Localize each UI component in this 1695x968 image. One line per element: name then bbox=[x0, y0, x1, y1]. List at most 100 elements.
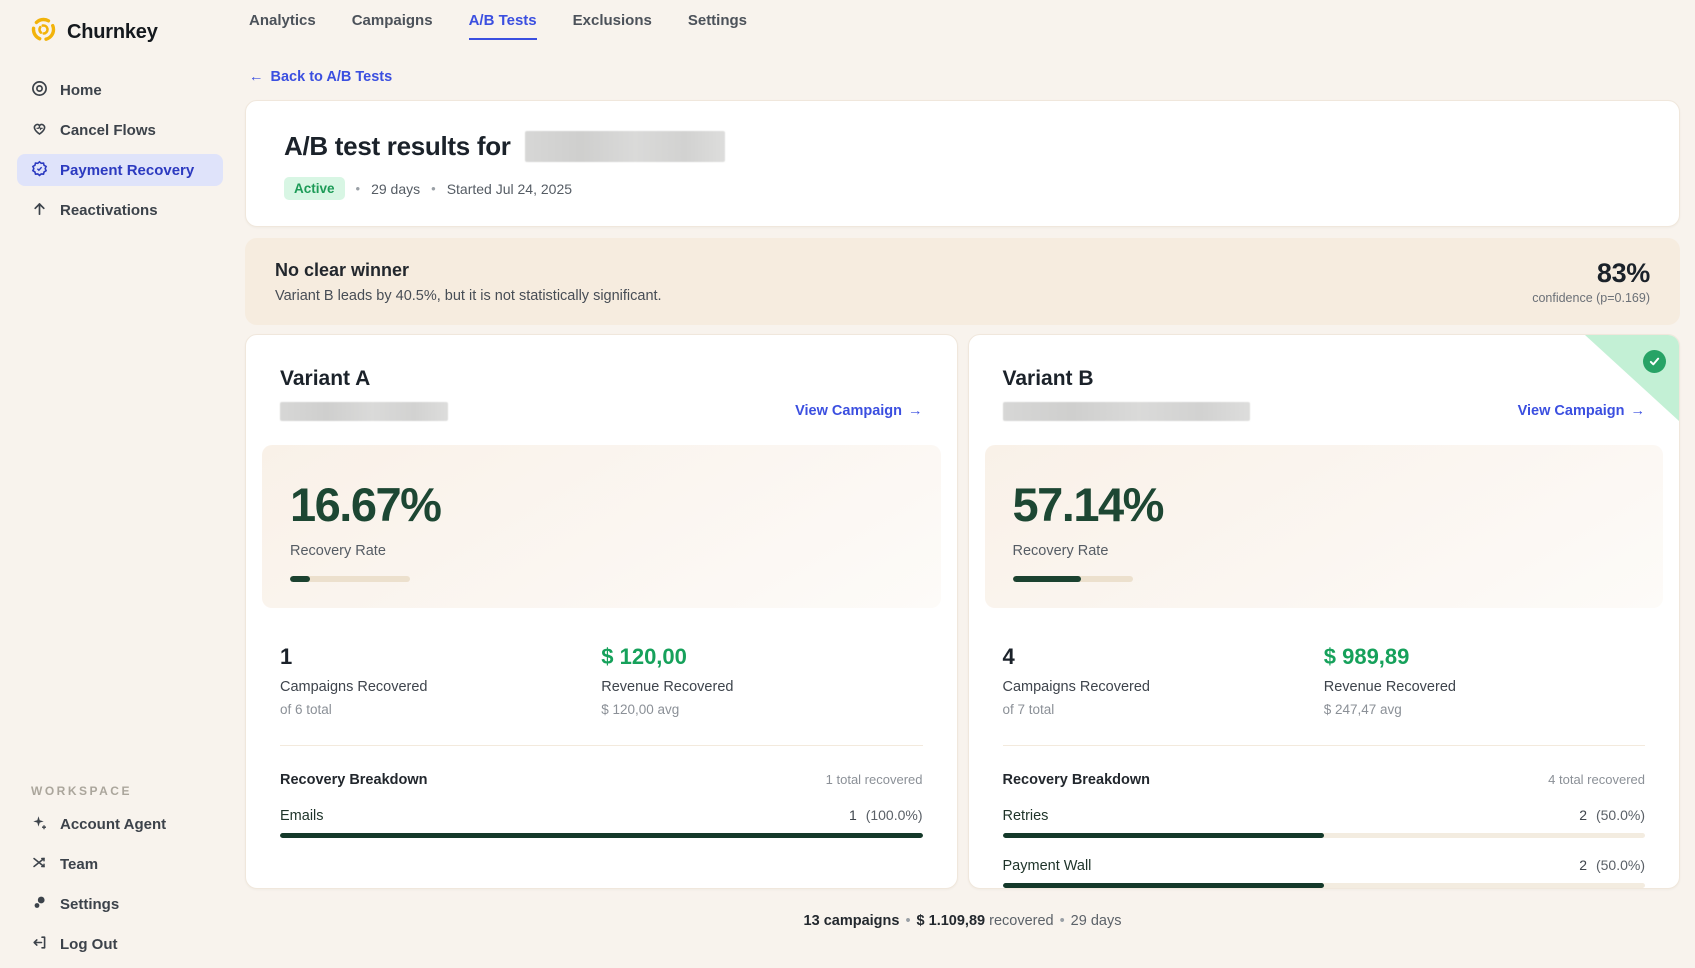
home-icon bbox=[31, 80, 48, 101]
breakdown-row-pct: (50.0%) bbox=[1596, 857, 1645, 873]
variant-a-breakdown: Recovery Breakdown 1 total recovered Ema… bbox=[280, 772, 923, 838]
sidebar-item-team[interactable]: Team bbox=[17, 848, 223, 880]
arrow-right-icon: → bbox=[908, 403, 923, 419]
back-to-ab-tests-link[interactable]: ← Back to A/B Tests bbox=[249, 69, 392, 85]
sidebar-item-label: Home bbox=[60, 82, 102, 99]
revenue-average: $ 247,47 avg bbox=[1324, 702, 1645, 717]
campaigns-total: of 6 total bbox=[280, 702, 601, 717]
seal-star-icon bbox=[31, 160, 48, 181]
tab-analytics[interactable]: Analytics bbox=[249, 12, 316, 40]
variant-b-view-campaign-link[interactable]: View Campaign → bbox=[1518, 403, 1645, 421]
test-meta-row: Active • 29 days • Started Jul 24, 2025 bbox=[284, 177, 1641, 200]
sidebar-item-log-out[interactable]: Log Out bbox=[17, 928, 223, 960]
sidebar-item-label: Reactivations bbox=[60, 202, 158, 219]
sidebar-workspace-section: WORKSPACE Account Agent Team bbox=[17, 784, 223, 968]
breakdown-bar bbox=[280, 833, 923, 838]
sidebar-item-reactivations[interactable]: Reactivations bbox=[17, 194, 223, 226]
breakdown-total: 1 total recovered bbox=[826, 772, 923, 787]
sparkle-icon bbox=[31, 814, 48, 835]
dot-separator: • bbox=[905, 913, 910, 929]
breakdown-row-emails: Emails 1 (100.0%) bbox=[280, 807, 923, 838]
banner-subtitle: Variant B leads by 40.5%, but it is not … bbox=[275, 288, 662, 304]
redacted-campaign-name bbox=[1003, 402, 1250, 421]
revenue-recovered-label: Revenue Recovered bbox=[1324, 679, 1645, 695]
variant-b-campaigns-stat: 4 Campaigns Recovered of 7 total bbox=[1003, 644, 1324, 717]
breakdown-row-value: 2 bbox=[1579, 807, 1587, 823]
winner-check-icon bbox=[1643, 350, 1666, 373]
sidebar-item-label: Cancel Flows bbox=[60, 122, 156, 139]
breakdown-row-retries: Retries 2 (50.0%) bbox=[1003, 807, 1646, 838]
breakdown-row-payment-wall: Payment Wall 2 (50.0%) bbox=[1003, 857, 1646, 888]
arrow-left-icon: ← bbox=[249, 69, 264, 85]
redacted-campaign-name bbox=[280, 402, 448, 421]
breakdown-row-pct: (100.0%) bbox=[866, 807, 923, 823]
campaigns-recovered-label: Campaigns Recovered bbox=[280, 679, 601, 695]
breakdown-title: Recovery Breakdown bbox=[280, 772, 427, 788]
test-header-card: A/B test results for Active • 29 days • … bbox=[245, 100, 1680, 227]
divider bbox=[280, 745, 923, 746]
test-duration: 29 days bbox=[371, 181, 420, 197]
sidebar: Churnkey Home Cancel Flows bbox=[0, 0, 240, 947]
variant-a-title: Variant A bbox=[280, 367, 448, 391]
revenue-recovered-value: $ 989,89 bbox=[1324, 644, 1645, 670]
revenue-recovered-label: Revenue Recovered bbox=[601, 679, 922, 695]
campaigns-recovered-value: 4 bbox=[1003, 644, 1324, 670]
summary-amount: $ 1.109,89 bbox=[917, 913, 986, 929]
sidebar-item-label: Team bbox=[60, 856, 98, 873]
dot-separator: • bbox=[1060, 913, 1065, 929]
sidebar-item-payment-recovery[interactable]: Payment Recovery bbox=[17, 154, 223, 186]
breakdown-bar bbox=[1003, 833, 1646, 838]
breakdown-row-value: 1 bbox=[849, 807, 857, 823]
breakdown-title: Recovery Breakdown bbox=[1003, 772, 1150, 788]
sidebar-item-label: Account Agent bbox=[60, 816, 166, 833]
sidebar-item-cancel-flows[interactable]: Cancel Flows bbox=[17, 114, 223, 146]
test-summary-footer: 13 campaigns • $ 1.109,89 recovered • 29 day… bbox=[245, 913, 1680, 929]
summary-campaigns: 13 campaigns bbox=[804, 913, 900, 929]
main-content: Analytics Campaigns A/B Tests Exclusions… bbox=[240, 0, 1695, 947]
circles-icon bbox=[31, 894, 48, 915]
breakdown-row-label: Emails bbox=[280, 808, 324, 824]
variant-b-recovery-rate-bar-fill bbox=[1013, 576, 1082, 582]
tab-ab-tests[interactable]: A/B Tests bbox=[469, 12, 537, 40]
breakdown-bar-fill bbox=[1003, 833, 1324, 838]
brand-name: Churnkey bbox=[67, 21, 158, 44]
divider bbox=[1003, 745, 1646, 746]
recovery-rate-label: Recovery Rate bbox=[290, 543, 913, 559]
revenue-recovered-value: $ 120,00 bbox=[601, 644, 922, 670]
variant-b-recovery-rate: 57.14% bbox=[1013, 477, 1636, 532]
breakdown-row-label: Retries bbox=[1003, 808, 1049, 824]
summary-duration: 29 days bbox=[1071, 913, 1122, 929]
tab-campaigns[interactable]: Campaigns bbox=[352, 12, 433, 40]
sidebar-item-label: Log Out bbox=[60, 936, 117, 953]
breakdown-row-pct: (50.0%) bbox=[1596, 807, 1645, 823]
campaigns-total: of 7 total bbox=[1003, 702, 1324, 717]
campaigns-recovered-label: Campaigns Recovered bbox=[1003, 679, 1324, 695]
breakdown-row-value: 2 bbox=[1579, 857, 1587, 873]
sidebar-item-label: Payment Recovery bbox=[60, 162, 194, 179]
variant-a-recovery-rate-panel: 16.67% Recovery Rate bbox=[262, 445, 941, 608]
sidebar-item-home[interactable]: Home bbox=[17, 74, 223, 106]
sidebar-item-settings[interactable]: Settings bbox=[17, 888, 223, 920]
dot-separator: • bbox=[431, 181, 436, 196]
confidence-label: confidence (p=0.169) bbox=[1532, 291, 1650, 305]
variant-a-recovery-rate-bar-fill bbox=[290, 576, 310, 582]
sidebar-item-account-agent[interactable]: Account Agent bbox=[17, 808, 223, 840]
shuffle-icon bbox=[31, 854, 48, 875]
campaigns-recovered-value: 1 bbox=[280, 644, 601, 670]
tab-settings[interactable]: Settings bbox=[688, 12, 747, 40]
variant-b-recovery-rate-bar bbox=[1013, 576, 1133, 582]
test-start-date: Started Jul 24, 2025 bbox=[447, 181, 572, 197]
banner-title: No clear winner bbox=[275, 260, 662, 281]
variant-a-view-campaign-link[interactable]: View Campaign → bbox=[795, 403, 922, 421]
variant-a-card: Variant A View Campaign → 16.67% Recover… bbox=[245, 334, 958, 889]
brand-logo[interactable]: Churnkey bbox=[0, 16, 240, 48]
top-nav: Analytics Campaigns A/B Tests Exclusions… bbox=[249, 0, 1680, 40]
trend-up-icon bbox=[31, 200, 48, 221]
tab-exclusions[interactable]: Exclusions bbox=[573, 12, 652, 40]
variant-b-revenue-stat: $ 989,89 Revenue Recovered $ 247,47 avg bbox=[1324, 644, 1645, 717]
result-banner: No clear winner Variant B leads by 40.5%… bbox=[245, 238, 1680, 325]
heart-icon bbox=[31, 120, 48, 141]
breakdown-total: 4 total recovered bbox=[1548, 772, 1645, 787]
logout-icon bbox=[31, 934, 48, 955]
summary-recovered-label: recovered bbox=[989, 913, 1053, 929]
